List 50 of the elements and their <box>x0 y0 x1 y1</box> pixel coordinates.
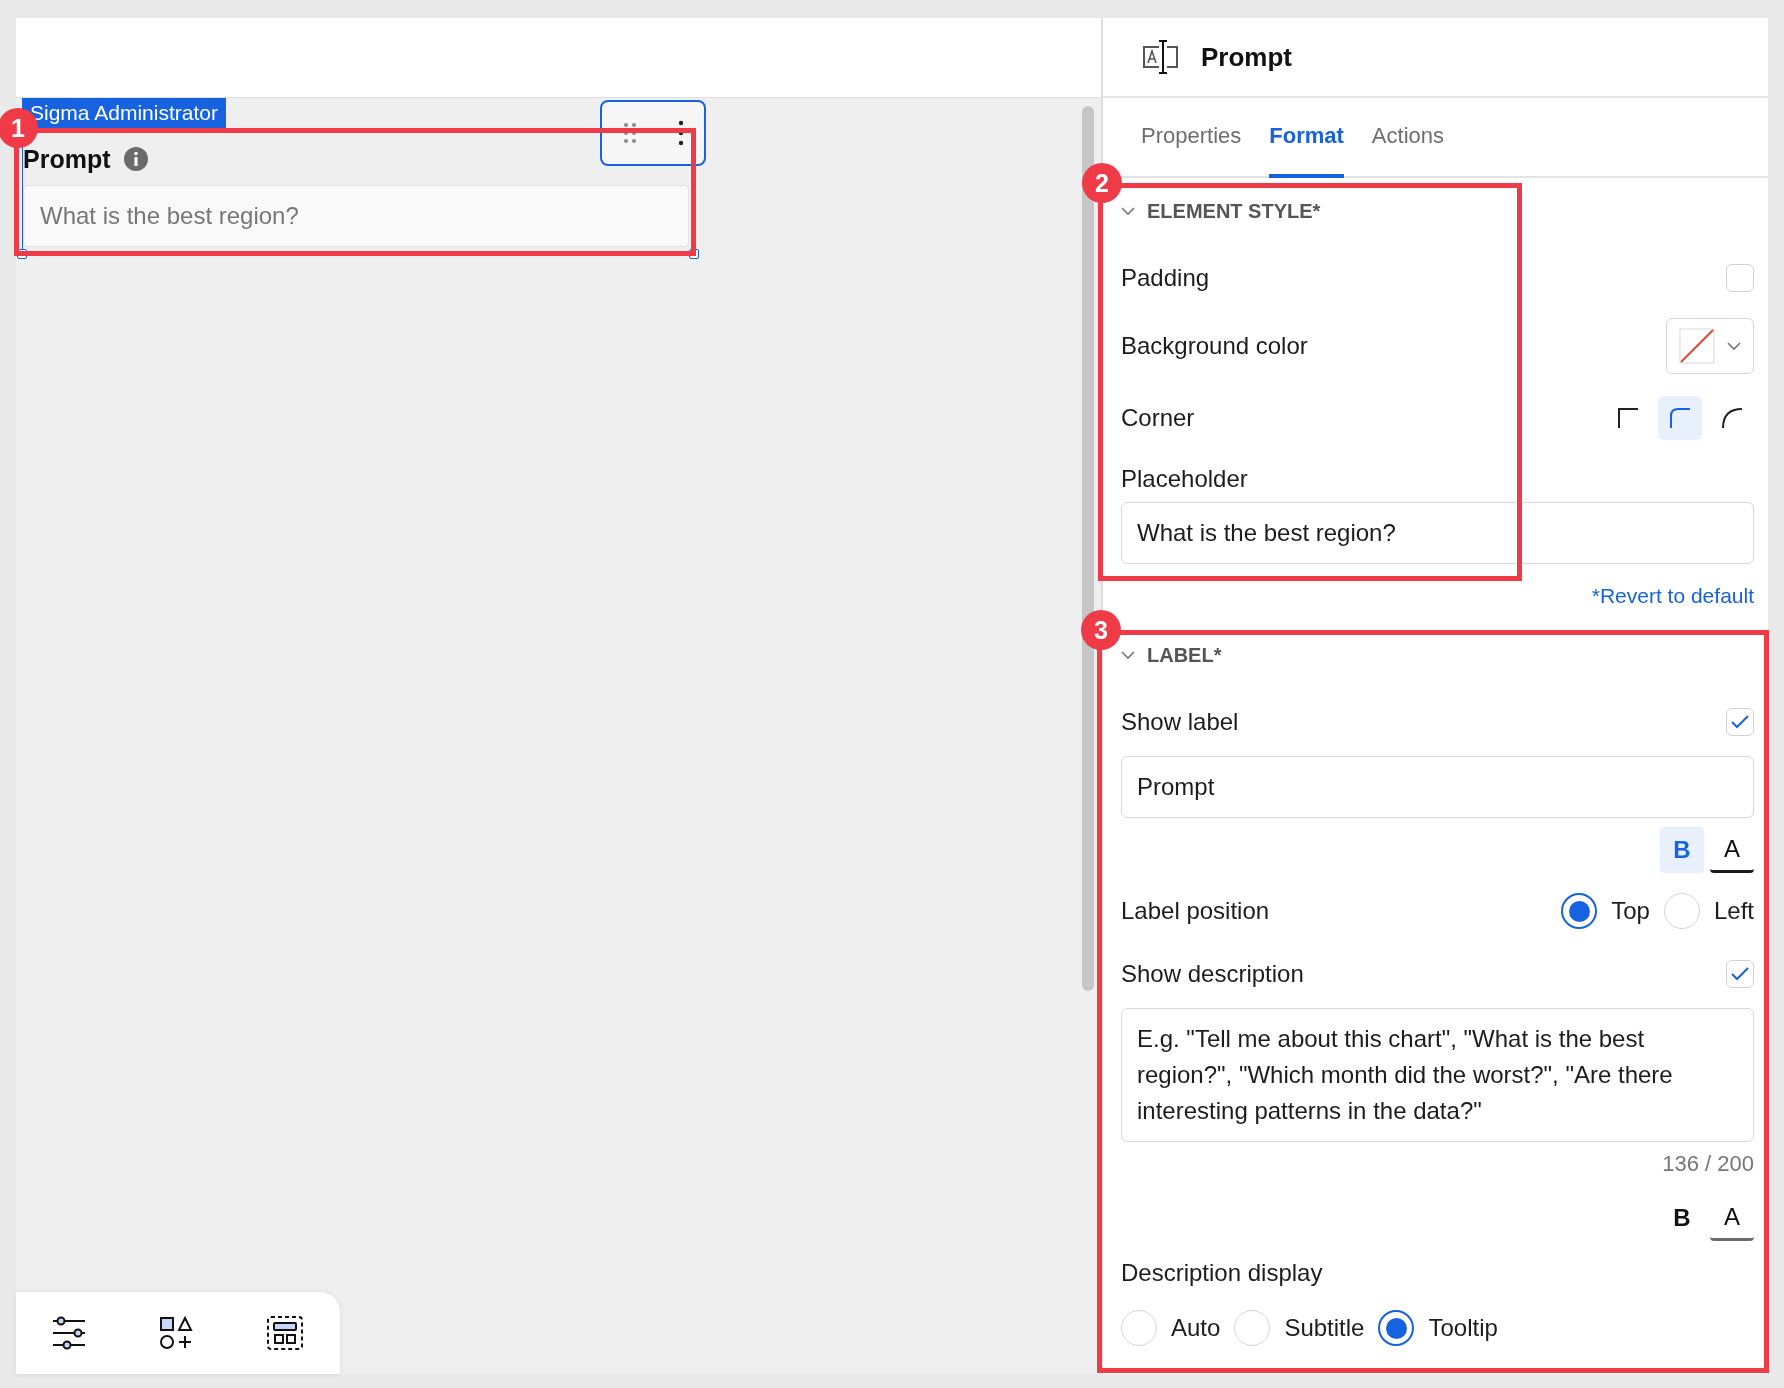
section-header[interactable]: ELEMENT STYLE* <box>1121 178 1754 244</box>
check-icon <box>1730 966 1750 982</box>
chevron-icon <box>1121 206 1135 216</box>
radio-option[interactable]: Tooltip <box>1378 1310 1498 1346</box>
description-field[interactable]: E.g. "Tell me about this chart", "What is the best region?", "Which month did the worst?", "Are there interesting patterns in the data?" <box>1121 1008 1754 1142</box>
setting-label: Show label <box>1121 708 1239 736</box>
radio-option[interactable]: Subtitle <box>1234 1310 1365 1346</box>
no-color-swatch-icon <box>1679 328 1715 364</box>
checkbox[interactable] <box>1726 708 1754 736</box>
text-input-icon <box>1141 39 1181 75</box>
radio-option[interactable]: Auto <box>1121 1310 1221 1346</box>
more-icon[interactable] <box>677 120 684 146</box>
info-icon <box>122 146 149 172</box>
check-icon <box>1730 714 1750 730</box>
radio-option[interactable]: Left <box>1663 893 1754 929</box>
color-picker-button[interactable] <box>1666 318 1754 374</box>
radio-option[interactable]: Top <box>1561 893 1650 929</box>
bold-button[interactable]: B <box>1660 827 1704 873</box>
setting-label: Background color <box>1121 332 1308 360</box>
setting-label: Label position <box>1121 897 1270 925</box>
section-header[interactable]: LABEL* <box>1121 622 1754 688</box>
tab[interactable]: Format <box>1269 98 1344 178</box>
chevron-icon <box>1121 650 1135 660</box>
text-color-button[interactable]: A <box>1710 1195 1754 1241</box>
tab[interactable]: Actions <box>1371 98 1444 178</box>
setting-label: Show description <box>1121 960 1304 988</box>
chevron-icon <box>1727 341 1741 351</box>
setting-label: Padding <box>1121 264 1210 292</box>
setting-label: Description display <box>1121 1259 1323 1287</box>
corner-icon <box>1720 406 1744 430</box>
input-field[interactable]: What is the best region? <box>1121 502 1754 564</box>
corner-icon <box>1668 406 1692 430</box>
bold-button[interactable]: B <box>1660 1195 1704 1241</box>
checkbox[interactable] <box>1726 960 1754 988</box>
revert-link[interactable]: *Revert to default <box>1591 584 1754 608</box>
layout-icon[interactable] <box>265 1315 304 1351</box>
checkbox[interactable] <box>1726 264 1754 292</box>
text-color-button[interactable]: A <box>1710 827 1754 873</box>
shapes-icon[interactable] <box>159 1316 193 1350</box>
drag-handle-icon[interactable] <box>622 121 637 145</box>
character-counter: 136 / 200 <box>1662 1151 1754 1177</box>
input-field[interactable]: Prompt <box>1121 756 1754 818</box>
scrollbar-thumb[interactable] <box>1082 106 1094 991</box>
setting-label: Placeholder <box>1121 465 1248 493</box>
corner-icon <box>1616 406 1640 430</box>
setting-label: Corner <box>1121 404 1195 432</box>
tab[interactable]: Properties <box>1141 98 1242 178</box>
sliders-icon[interactable] <box>52 1316 87 1350</box>
panel-title: Prompt <box>1201 41 1292 73</box>
prompt-input[interactable]: What is the best region? <box>23 185 689 247</box>
